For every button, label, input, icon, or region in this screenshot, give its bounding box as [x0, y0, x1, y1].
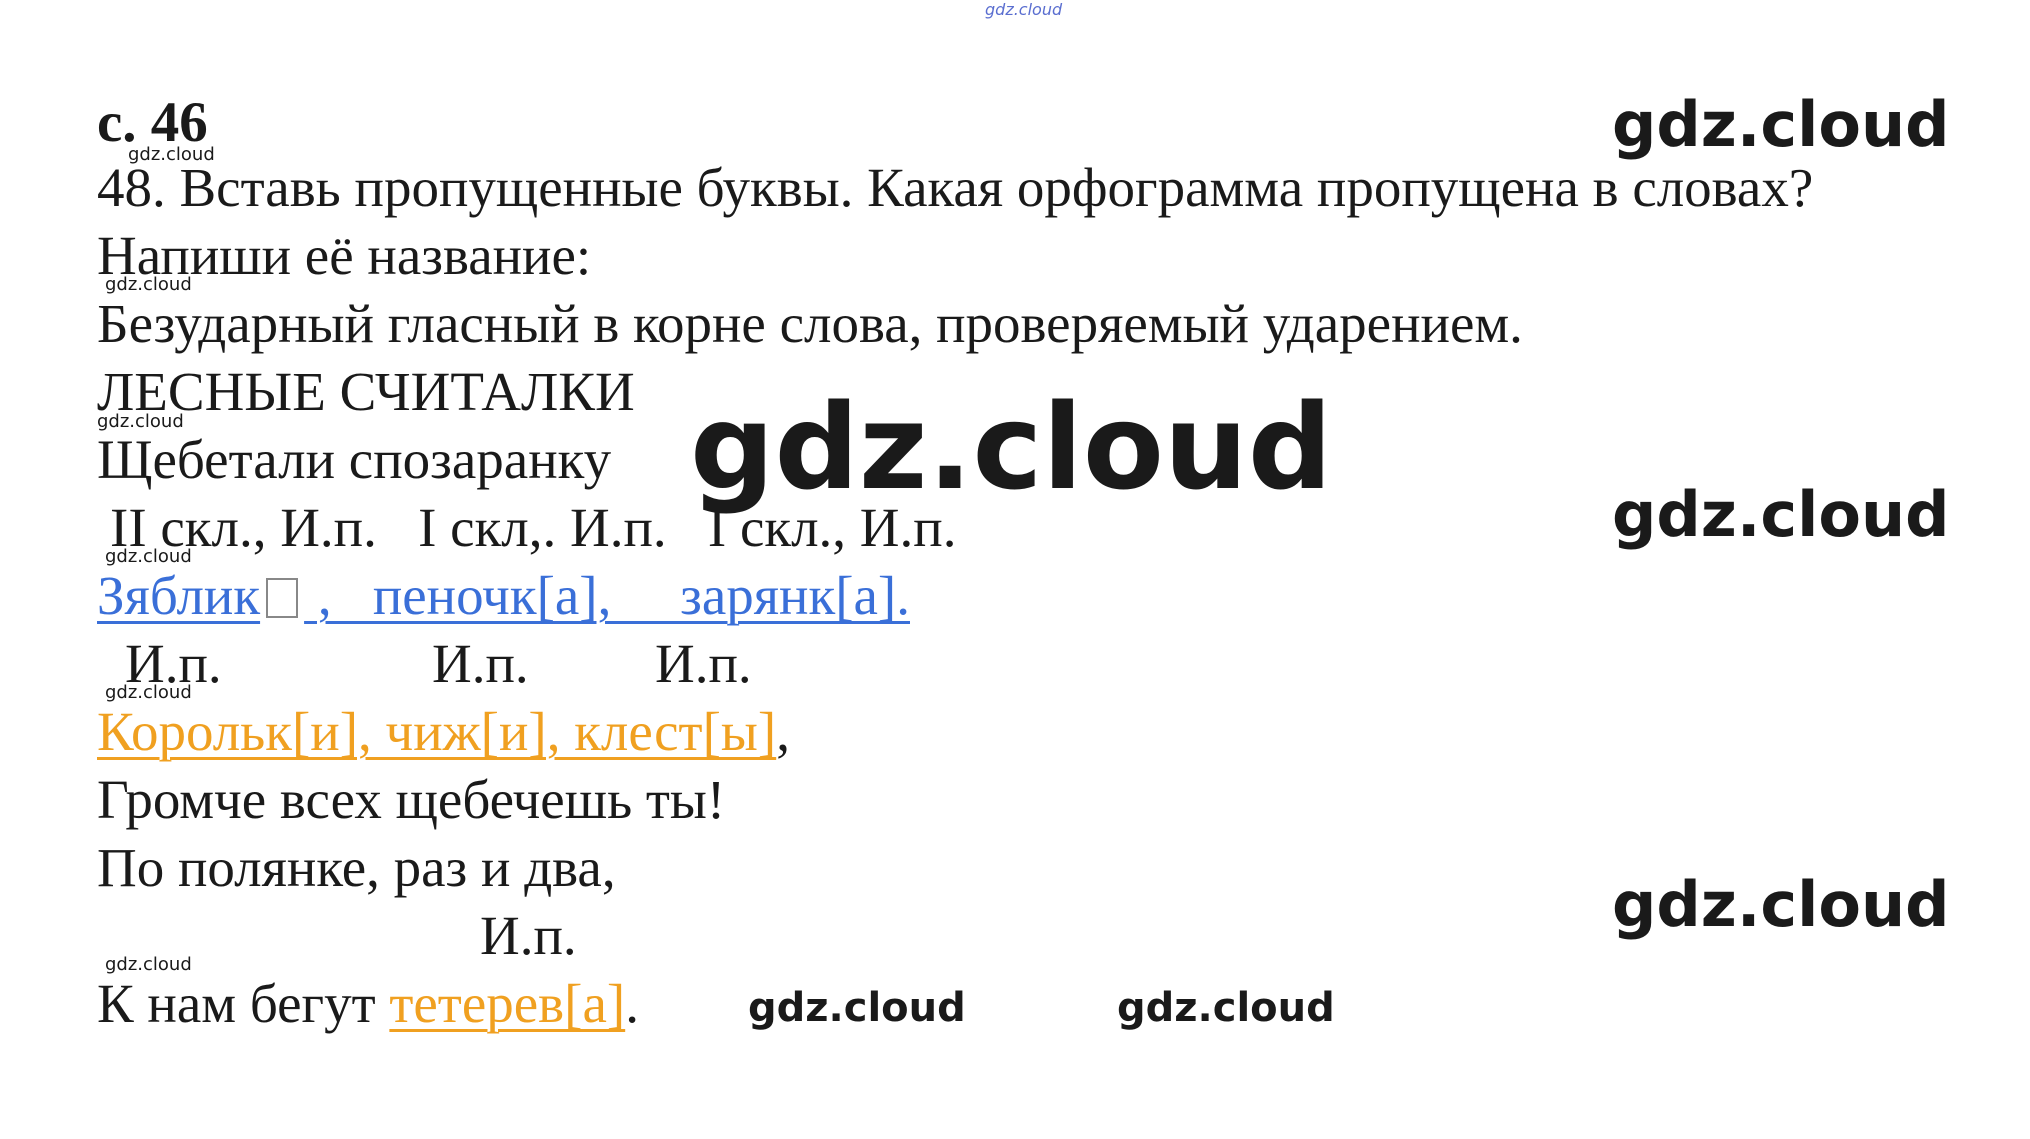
watermark-right-2: gdz.cloud	[1612, 478, 1950, 551]
poem-line-6: К нам бегут тетерев[а].	[97, 972, 639, 1036]
poem-line-6-end: .	[625, 973, 639, 1034]
poem-line-6-start: К нам бегут	[97, 973, 390, 1034]
poem-line-6-word: тетерев[а]	[389, 973, 626, 1034]
task-text: 48. Вставь пропущенные буквы. Какая орфо…	[97, 157, 1814, 218]
missing-letter-box	[266, 578, 299, 618]
answer-text: Безударный гласный в корне слова, провер…	[97, 293, 1523, 354]
poem-line-1: Щебетали спозаранку	[97, 429, 612, 490]
poem-line-3: Корольк[и], чиж[и], клест[ы],	[97, 700, 790, 764]
watermark-top: gdz.cloud	[985, 0, 1063, 19]
annotation-line-1: II скл., И.п. I скл,. И.п. I скл., И.п.	[110, 497, 957, 558]
watermark-bottom-2: gdz.cloud	[1117, 985, 1335, 1031]
watermark-right-1: gdz.cloud	[1612, 88, 1950, 161]
annotation-2b: И.п.	[432, 633, 529, 694]
poem-line-4: Громче всех щебечешь ты!	[97, 769, 726, 830]
watermark-right-3: gdz.cloud	[1612, 868, 1950, 941]
poem-line-5: По полянке, раз и два,	[97, 837, 616, 898]
page-heading: с. 46	[97, 91, 208, 154]
poem-line-2: Зяблик , пеночк[а], зарянк[а].	[97, 564, 910, 628]
annotation-3: И.п.	[480, 905, 577, 966]
poem-line-3-words: Корольк[и], чиж[и], клест[ы]	[97, 701, 777, 762]
annotation-2c: И.п.	[655, 633, 752, 694]
annotation-2a: И.п.	[125, 633, 222, 694]
poem-line-2-word: Зяблик , пеночк[а], зарянк[а].	[97, 565, 910, 626]
poem-title: ЛЕСНЫЕ СЧИТАЛКИ	[97, 361, 635, 422]
instruction-text: Напиши её название:	[97, 225, 592, 286]
watermark-bottom-1: gdz.cloud	[748, 985, 966, 1031]
poem-line-3-comma: ,	[776, 701, 790, 762]
